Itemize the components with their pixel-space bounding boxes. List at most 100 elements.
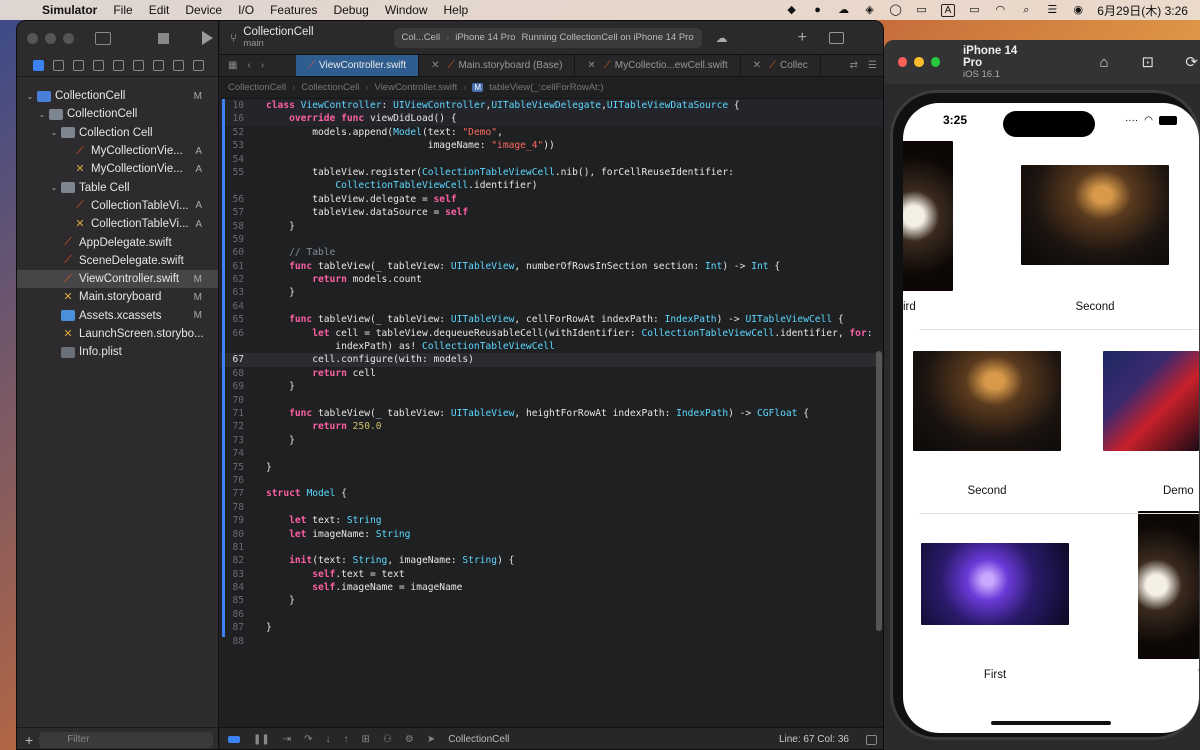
navigator-item[interactable]: ✕ LaunchScreen.storybo... [17,325,218,343]
cloud-icon[interactable]: ☁ [837,4,851,16]
input-method-icon[interactable]: A [940,3,956,17]
menu-io[interactable]: I/O [230,3,262,17]
warning-icon[interactable] [113,60,124,71]
code-line[interactable]: 72 return 250.0 [220,420,883,433]
editor-tab[interactable]: ✕ ⟋ Collec [741,55,821,76]
collection-item-image[interactable] [1021,165,1169,265]
spotlight-icon[interactable]: ⌕ [1019,4,1033,16]
run-destination[interactable]: iPhone 14 Pro [455,32,515,43]
code-line[interactable]: 73 } [220,434,883,447]
inspector-toggle-icon[interactable] [828,31,844,44]
sim-close-button[interactable] [898,57,908,67]
close-window-button[interactable] [27,32,38,44]
disclosure-chevron-icon[interactable]: ⌄ [49,128,59,137]
collection-item-image[interactable] [921,543,1069,625]
code-line[interactable]: 68 return cell [220,367,883,380]
collection-item-image[interactable] [903,141,953,291]
report-icon[interactable] [193,60,204,71]
close-tab-icon[interactable]: ✕ [431,60,439,71]
iphone-screen[interactable]: 3:25 ···· ◠ ird Second Second Demo First Thir [903,103,1199,733]
code-line[interactable]: 76 [220,474,883,487]
code-line[interactable]: 55 tableView.register(CollectionTableVie… [220,166,883,179]
debug-icon[interactable] [153,60,164,71]
navigator-item[interactable]: ⟋ AppDelegate.swift [17,233,218,251]
sim-minimize-button[interactable] [914,57,924,67]
navigator-item[interactable]: ✕ MyCollectionVie... A [17,160,218,178]
code-editor[interactable]: 10 class ViewController: UIViewController… [220,99,883,721]
adjust-editor-icon[interactable]: ☰ [868,60,877,71]
code-line[interactable]: 75} [220,461,883,474]
code-line[interactable]: 77 struct Model { [220,487,883,500]
code-line[interactable]: 83 self.text = text [220,568,883,581]
step-in-icon[interactable]: ↓ [326,734,331,745]
scheme-activity-view[interactable]: Col...Cell › iPhone 14 Pro Running Colle… [393,27,702,48]
code-line[interactable]: 66 let cell = tableView.dequeueReusableC… [220,327,883,340]
grid-icon[interactable]: ▦ [228,60,237,71]
code-line[interactable]: 81 [220,541,883,554]
environment-icon[interactable]: ⚙ [405,734,414,745]
navigator-item[interactable]: ⌄ Table Cell [17,178,218,196]
code-line[interactable]: 78 [220,501,883,514]
dropbox-icon[interactable]: ◈ [863,4,877,16]
code-line[interactable]: 71 func tableView(_ tableView: UITableVi… [220,407,883,420]
close-tab-icon[interactable]: ✕ [753,60,761,71]
code-line[interactable]: 63 } [220,286,883,299]
memory-graph-icon[interactable]: ⚇ [383,734,392,745]
menu-features[interactable]: Features [262,3,325,17]
control-center-icon[interactable]: ☰ [1045,4,1059,16]
debug-area-toggle[interactable] [228,736,240,743]
jump-bar-item[interactable]: tableView(_:cellForRowAt:) [489,82,603,93]
code-line[interactable]: 57 tableView.dataSource = self [220,206,883,219]
code-line[interactable]: 85 } [220,594,883,607]
sim-zoom-button[interactable] [930,57,940,67]
editor-tab[interactable]: ⟋ ViewController.swift [296,55,420,76]
code-line[interactable]: 53 imageName: "image_4")) [220,139,883,152]
menu-file[interactable]: File [105,3,140,17]
evernote-icon[interactable]: ● [811,4,825,16]
scheme-name[interactable]: Col...Cell [402,32,441,43]
clock[interactable]: 6月29日(木) 3:26 [1097,2,1188,19]
code-line[interactable]: 87} [220,621,883,634]
jump-bar-item[interactable]: ViewController.swift [375,82,458,93]
code-line[interactable]: 65 func tableView(_ tableView: UITableVi… [220,313,883,326]
code-line[interactable]: 70 [220,394,883,407]
stop-button[interactable] [158,32,169,44]
circle-status-icon[interactable]: ◯ [889,4,903,16]
editor-scrollbar[interactable] [876,351,882,631]
symbol-icon[interactable] [73,60,84,71]
menu-device[interactable]: Device [177,3,230,17]
jump-bar-item[interactable]: CollectionCell [301,82,359,93]
project-title[interactable]: CollectionCell main [243,26,313,49]
code-line[interactable]: 10 class ViewController: UIViewController… [220,99,883,113]
code-line[interactable]: 52 models.append(Model(text: "Demo", [220,126,883,139]
home-icon[interactable]: ⌂ [1096,54,1113,71]
screenshot-icon[interactable]: ⊡ [1139,53,1156,71]
disclosure-chevron-icon[interactable]: ⌄ [49,183,59,192]
status-app-icon[interactable]: ◆ [785,4,799,16]
cloud-icon[interactable]: ☁ [716,31,728,45]
editor-tab[interactable]: ✕ ⟋ MyCollectio...ewCell.swift [575,55,741,76]
code-line[interactable]: 67 cell.configure(with: models) [220,353,883,367]
wifi-icon[interactable]: ◠ [993,4,1007,16]
code-line[interactable]: 62 return models.count [220,273,883,286]
collection-item-image[interactable] [1138,511,1199,659]
code-line[interactable]: 84 self.imageName = imageName [220,581,883,594]
rotate-icon[interactable]: ⟳ [1183,53,1200,71]
forward-icon[interactable]: › [261,60,264,71]
code-line[interactable]: 59 [220,233,883,246]
back-icon[interactable]: ‹ [247,60,250,71]
navigator-item[interactable]: ⟋ CollectionTableVi... A [17,197,218,215]
navigator-item[interactable]: ⟋ SceneDelegate.swift [17,252,218,270]
disclosure-chevron-icon[interactable]: ⌄ [25,92,35,101]
add-file-icon[interactable]: + [25,732,33,748]
menu-debug[interactable]: Debug [325,3,376,17]
code-line[interactable]: 16 override func viewDidLoad() { [220,112,883,126]
breakpoint-icon[interactable] [173,60,184,71]
navigator-item[interactable]: ⟋ MyCollectionVie... A [17,142,218,160]
navigator-item[interactable]: ⌄ Collection Cell [17,124,218,142]
library-plus-icon[interactable]: + [798,29,807,47]
navigator-item[interactable]: ⌄ CollectionCell M [17,87,218,105]
code-line[interactable]: 54 [220,153,883,166]
continue-icon[interactable]: ⇥ [283,734,291,745]
step-out-icon[interactable]: ↑ [344,734,349,745]
